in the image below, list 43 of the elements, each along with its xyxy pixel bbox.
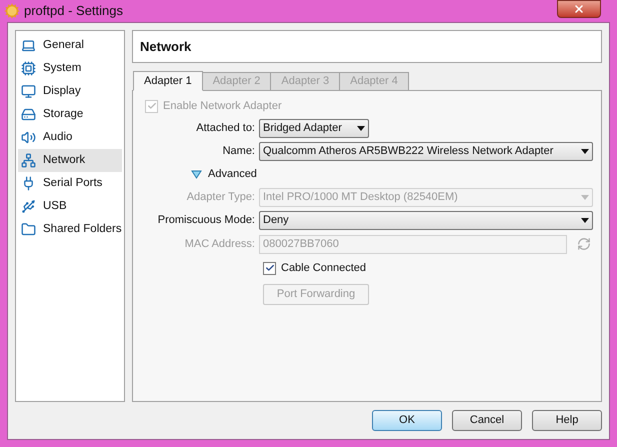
expander-label[interactable]: Advanced bbox=[208, 166, 257, 183]
dialog-button[interactable]: Help bbox=[532, 410, 602, 431]
field-label: Name: bbox=[222, 144, 256, 160]
section-header: Network bbox=[132, 30, 602, 63]
caret-icon bbox=[581, 218, 589, 223]
field-label: Attached to: bbox=[195, 121, 256, 136]
checkbox-label: Enable Network Adapter bbox=[163, 98, 282, 114]
sidebar-item[interactable]: General bbox=[18, 34, 122, 57]
sidebar-item[interactable]: Display bbox=[18, 80, 122, 103]
monitor-icon bbox=[21, 84, 36, 99]
dialog-button[interactable]: Cancel bbox=[452, 410, 522, 431]
usb-icon bbox=[21, 199, 36, 214]
dropdown[interactable]: Deny bbox=[259, 211, 593, 230]
network-icon bbox=[21, 153, 36, 168]
checkbox[interactable] bbox=[263, 262, 276, 274]
sidebar-item[interactable]: Serial Ports bbox=[18, 172, 122, 195]
sidebar-item[interactable]: Network bbox=[18, 149, 122, 172]
chip-icon bbox=[21, 61, 36, 76]
refresh-icon[interactable] bbox=[577, 237, 591, 251]
tab[interactable]: Adapter 1 bbox=[133, 71, 203, 91]
field-label: Promiscuous Mode: bbox=[156, 213, 256, 228]
dropdown[interactable]: Bridged Adapter bbox=[259, 119, 369, 138]
caret-icon bbox=[581, 149, 589, 154]
close-button[interactable] bbox=[557, 0, 601, 18]
sidebar-item[interactable]: Audio bbox=[18, 126, 122, 149]
field-label: Adapter Type: bbox=[186, 190, 256, 206]
dropdown[interactable]: Qualcomm Atheros AR5BWB222 Wireless Network Adapter bbox=[259, 142, 593, 161]
sidebar-item[interactable]: Storage bbox=[18, 103, 122, 126]
caret-icon bbox=[357, 126, 365, 131]
plug-icon bbox=[21, 176, 36, 191]
caret-icon bbox=[581, 195, 589, 200]
checkbox-label: Cable Connected bbox=[281, 260, 366, 276]
folder-icon bbox=[21, 222, 36, 237]
sidebar-item[interactable]: USB bbox=[18, 195, 122, 218]
sidebar-item[interactable]: System bbox=[18, 57, 122, 80]
field-label: MAC Address: bbox=[184, 236, 256, 252]
sidebar-item[interactable]: Shared Folders bbox=[18, 218, 122, 241]
laptop-icon bbox=[21, 38, 36, 53]
dialog-button[interactable]: OK bbox=[372, 410, 442, 431]
speaker-icon bbox=[21, 130, 36, 145]
triangle-icon[interactable] bbox=[191, 170, 202, 179]
close-icon bbox=[573, 3, 585, 15]
window-title: proftpd - Settings bbox=[24, 2, 123, 20]
